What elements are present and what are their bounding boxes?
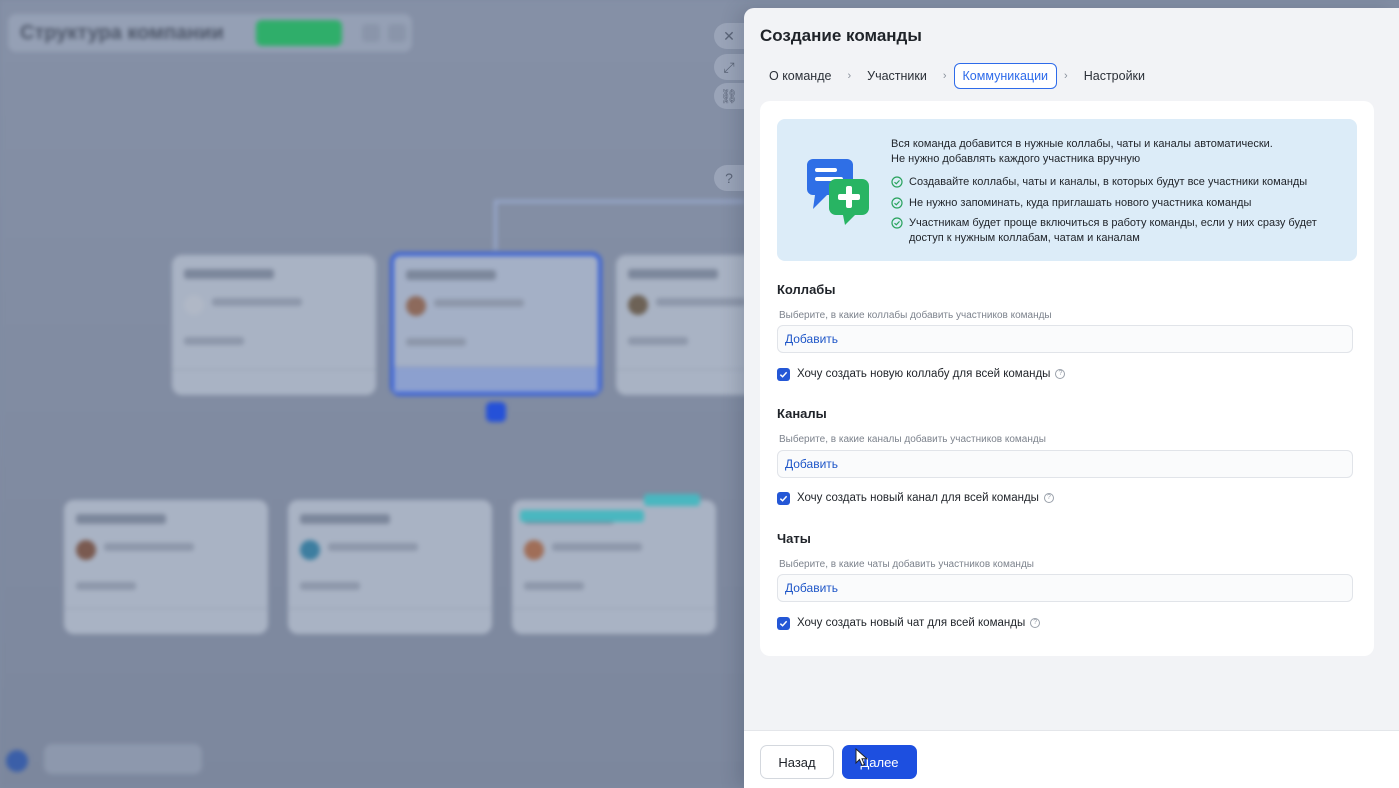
background-toolbar: Структура компании (8, 14, 412, 52)
list-item: Создавайте коллабы, чаты и каналы, в кот… (891, 175, 1331, 190)
background-connector (494, 200, 497, 250)
close-icon[interactable]: ✕ (714, 23, 744, 49)
create-chat-option[interactable]: Хочу создать новый чат для всей команды … (777, 615, 1041, 631)
create-chat-checkbox[interactable] (777, 616, 790, 630)
help-icon[interactable]: ? (714, 165, 744, 191)
background-logo (6, 750, 28, 772)
link-icon[interactable]: ⛓ (714, 83, 744, 109)
background-toolbar-icon (388, 24, 406, 42)
next-button[interactable]: Далее (842, 745, 917, 779)
background-team-card (172, 255, 376, 395)
chat-add-illustration-icon (807, 159, 869, 225)
section-title-collabs: Коллабы (777, 282, 836, 297)
checkmark-icon (779, 620, 788, 627)
create-channel-option[interactable]: Хочу создать новый канал для всей команд… (777, 490, 1054, 506)
banner-subline: Не нужно добавлять каждого участника вру… (891, 152, 1141, 165)
create-collab-option[interactable]: Хочу создать новую коллабу для всей кома… (777, 366, 1066, 382)
banner-text: Вся команда добавится в нужные коллабы, … (891, 137, 1331, 166)
create-channel-label: Хочу создать новый канал для всей команд… (797, 492, 1039, 504)
section-title-chats: Чаты (777, 531, 811, 546)
add-channels-field[interactable]: Добавить (777, 450, 1353, 478)
panel-footer: Назад Далее (744, 730, 1399, 788)
banner-headline: Вся команда добавится в нужные коллабы, … (891, 138, 1273, 150)
chevron-right-icon: › (847, 69, 852, 82)
info-banner: Вся команда добавится в нужные коллабы, … (777, 119, 1357, 261)
check-circle-icon (891, 217, 903, 229)
step-communications[interactable]: Коммуникации (953, 62, 1058, 89)
question-icon[interactable]: ? (1043, 493, 1054, 503)
background-team-card (288, 500, 492, 634)
add-chats-field[interactable]: Добавить (777, 574, 1353, 602)
panel-title: Создание команды (760, 26, 922, 45)
background-zoom-bar (44, 744, 202, 774)
add-collabs-field[interactable]: Добавить (777, 325, 1353, 353)
mouse-cursor-icon (855, 748, 869, 767)
checkmark-icon (779, 495, 788, 502)
check-circle-icon (891, 196, 903, 209)
create-collab-label: Хочу создать новую коллабу для всей кома… (797, 368, 1051, 380)
step-settings[interactable]: Настройки (1075, 63, 1154, 89)
checkmark-icon (779, 371, 788, 378)
background-toolbar-icon (362, 24, 380, 42)
background-badge (520, 510, 644, 522)
banner-bullet-text: Участникам будет проще включиться в рабо… (909, 217, 1317, 244)
chevron-right-icon: › (1064, 69, 1068, 82)
question-icon[interactable]: ? (1030, 618, 1041, 628)
step-about-team[interactable]: О команде (760, 63, 840, 89)
background-page-title: Структура компании (20, 22, 224, 44)
background-team-card-selected (390, 252, 602, 396)
check-circle-icon (891, 176, 903, 188)
wizard-stepper: О команде › Участники › Коммуникации › Н… (760, 62, 1154, 89)
question-icon[interactable]: ? (1055, 369, 1066, 379)
create-chat-label: Хочу создать новый чат для всей команды (797, 617, 1026, 629)
expand-icon[interactable]: ⤢ (714, 54, 744, 80)
banner-benefits-list: Создавайте коллабы, чаты и каналы, в кот… (891, 175, 1331, 251)
create-collab-checkbox[interactable] (777, 367, 790, 381)
background-add-node (486, 402, 506, 422)
banner-bullet-text: Создавайте коллабы, чаты и каналы, в кот… (909, 176, 1308, 188)
create-team-panel: Создание команды О команде › Участники ›… (744, 8, 1399, 788)
section-hint-chats: Выберите, в какие чаты добавить участник… (779, 559, 1034, 570)
section-hint-collabs: Выберите, в какие коллабы добавить участ… (779, 310, 1052, 321)
background-connector (494, 200, 744, 203)
back-button[interactable]: Назад (760, 745, 834, 779)
background-team-card (64, 500, 268, 634)
background-badge (644, 494, 700, 506)
chevron-right-icon: › (942, 69, 947, 82)
step-members[interactable]: Участники (858, 63, 936, 89)
list-item: Не нужно запоминать, куда приглашать нов… (891, 196, 1331, 211)
communications-card: Вся команда добавится в нужные коллабы, … (760, 101, 1374, 656)
section-hint-channels: Выберите, в какие каналы добавить участн… (779, 434, 1046, 445)
background-team-card (616, 255, 756, 395)
create-channel-checkbox[interactable] (777, 491, 790, 505)
background-green-button (256, 20, 342, 46)
section-title-channels: Каналы (777, 406, 827, 421)
banner-bullet-text: Не нужно запоминать, куда приглашать нов… (909, 196, 1252, 209)
list-item: Участникам будет проще включиться в рабо… (891, 216, 1331, 245)
